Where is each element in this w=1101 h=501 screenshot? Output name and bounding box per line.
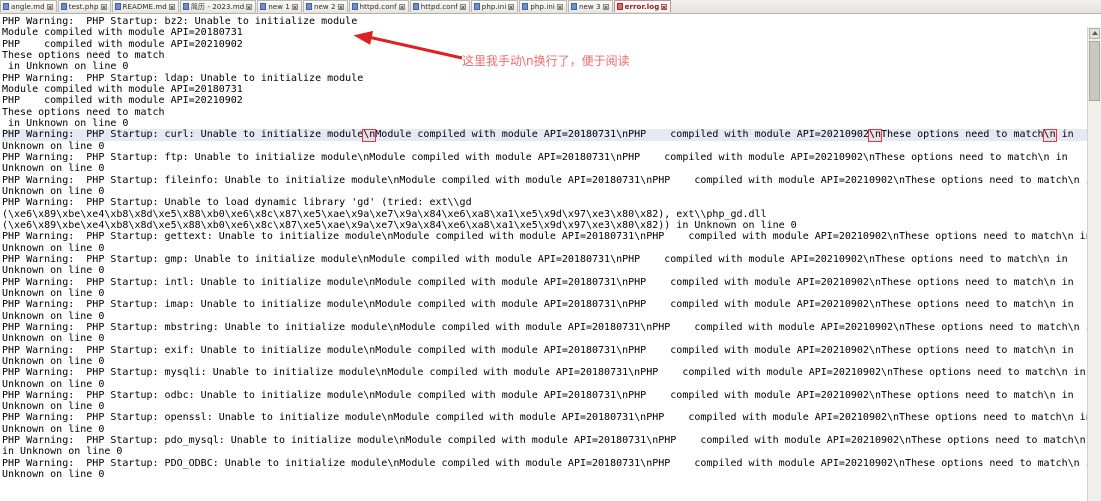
- log-line: PHP compiled with module API=20210902: [2, 38, 243, 50]
- tab-label: test.php: [68, 2, 99, 11]
- file-icon: [522, 3, 529, 10]
- log-text-content[interactable]: PHP Warning: PHP Startup: bz2: Unable to…: [0, 14, 1101, 480]
- log-line: PHP Warning: PHP Startup: gmp: Unable to…: [2, 253, 1068, 265]
- log-line: Unknown on line 0: [2, 401, 105, 413]
- tab-error-log-11[interactable]: error.log: [613, 0, 672, 12]
- log-line: Unknown on line 0: [2, 265, 105, 277]
- file-icon: [305, 3, 312, 10]
- close-icon[interactable]: [508, 3, 515, 10]
- log-line: These options need to match: [2, 106, 165, 118]
- tab-2023-md-3[interactable]: 简历 - 2023.md: [179, 0, 257, 12]
- file-icon: [412, 3, 419, 10]
- log-line: Unknown on line 0: [2, 378, 105, 390]
- file-icon: [473, 3, 480, 10]
- tab-new-2-5[interactable]: new 2: [302, 0, 348, 12]
- file-icon: [3, 3, 9, 10]
- log-line: PHP Warning: PHP Startup: openssl: Unabl…: [2, 412, 1092, 424]
- log-line: (\xe6\x89\xbe\xe4\xb8\x8d\xe5\x88\xb0\xe…: [2, 208, 767, 220]
- tab-label: httpd.conf: [420, 2, 458, 11]
- log-line: Unknown on line 0: [2, 140, 105, 152]
- tab-new-1-4[interactable]: new 1: [257, 0, 302, 12]
- close-icon[interactable]: [291, 3, 298, 10]
- tab-label: php.ini: [530, 2, 555, 11]
- tab-httpd-conf-6[interactable]: httpd.conf: [348, 0, 409, 12]
- log-line: PHP compiled with module API=20210902: [2, 95, 243, 107]
- tab-label: new 2: [313, 2, 336, 11]
- log-line: Unknown on line 0: [2, 355, 105, 367]
- close-icon[interactable]: [602, 3, 609, 10]
- log-line: Module compiled with module API=20180731: [2, 27, 243, 39]
- close-icon[interactable]: [46, 3, 53, 10]
- log-line: PHP Warning: PHP Startup: mbstring: Unab…: [2, 321, 1098, 333]
- scrollbar-thumb[interactable]: [1089, 41, 1100, 101]
- log-line: These options need to match: [2, 49, 165, 61]
- editor-area[interactable]: PHP Warning: PHP Startup: bz2: Unable to…: [0, 14, 1101, 501]
- log-line: Unknown on line 0: [2, 287, 105, 299]
- log-line: PHP Warning: PHP Startup: curl: Unable t…: [2, 129, 1101, 141]
- log-line: PHP Warning: PHP Startup: intl: Unable t…: [2, 276, 1074, 288]
- log-line: PHP Warning: PHP Startup: mysqli: Unable…: [2, 367, 1086, 379]
- log-line: PHP Warning: PHP Startup: imap: Unable t…: [2, 299, 1074, 311]
- log-line: PHP Warning: PHP Startup: fileinfo: Unab…: [2, 174, 1098, 186]
- close-icon[interactable]: [246, 3, 253, 10]
- log-line: Unknown on line 0: [2, 333, 105, 345]
- log-line: PHP Warning: PHP Startup: pdo_mysql: Una…: [2, 435, 1101, 447]
- log-line: Unknown on line 0: [2, 423, 105, 435]
- close-icon[interactable]: [337, 3, 344, 10]
- log-line: Unknown on line 0: [2, 242, 105, 254]
- file-icon: [260, 3, 267, 10]
- log-line: in Unknown on line 0: [2, 446, 123, 458]
- tab-bar[interactable]: angle.md test.php README.md 简历 - 2023.md new…: [0, 0, 1101, 14]
- file-icon: [60, 3, 67, 10]
- tab-new-3-10[interactable]: new 3: [567, 0, 613, 12]
- scroll-up-button[interactable]: [1089, 28, 1100, 39]
- close-icon[interactable]: [100, 3, 107, 10]
- close-icon[interactable]: [459, 3, 466, 10]
- log-line: PHP Warning: PHP Startup: ldap: Unable t…: [2, 72, 364, 84]
- file-icon: [616, 3, 623, 10]
- tab-label: new 3: [578, 2, 601, 11]
- tab-label: httpd.conf: [359, 2, 397, 11]
- log-line: Unknown on line 0: [2, 163, 105, 175]
- file-icon: [182, 3, 189, 10]
- file-icon: [351, 3, 358, 10]
- log-line: (\xe6\x89\xbe\xe4\xb8\x8d\xe5\x88\xb0\xe…: [2, 219, 797, 231]
- tab-label: error.log: [624, 2, 660, 11]
- close-icon[interactable]: [556, 3, 563, 10]
- log-line: Module compiled with module API=20180731: [2, 83, 243, 95]
- tab-php-ini-8[interactable]: php.ini: [470, 0, 519, 12]
- close-icon[interactable]: [168, 3, 175, 10]
- log-line: PHP Warning: PHP Startup: bz2: Unable to…: [2, 16, 358, 27]
- log-line: Unknown on line 0: [2, 310, 105, 322]
- tab-angle-md-0[interactable]: angle.md: [0, 0, 57, 12]
- tab-label: new 1: [268, 2, 290, 11]
- tab-readme-md-2[interactable]: README.md: [111, 0, 179, 12]
- tab-label: php.ini: [481, 2, 507, 11]
- tab-label: README.md: [122, 2, 167, 11]
- log-line: in Unknown on line 0: [2, 117, 129, 129]
- log-line: Unknown on line 0: [2, 185, 105, 197]
- log-line: PHP Warning: PHP Startup: exif: Unable t…: [2, 344, 1074, 356]
- close-icon[interactable]: [661, 3, 668, 10]
- file-icon: [114, 3, 121, 10]
- log-line: PHP Warning: PHP Startup: Unable to load…: [2, 197, 472, 209]
- log-line: PHP Warning: PHP Startup: gettext: Unabl…: [2, 231, 1092, 243]
- log-line: in Unknown on line 0: [2, 61, 129, 73]
- tab-test-php-1[interactable]: test.php: [57, 0, 111, 12]
- tab-label: 简历 - 2023.md: [190, 2, 245, 11]
- vertical-scrollbar[interactable]: [1087, 27, 1101, 501]
- log-line: PHP Warning: PHP Startup: PDO_ODBC: Unab…: [2, 457, 1098, 469]
- tab-label: angle.md: [11, 2, 45, 11]
- tab-php-ini-9[interactable]: php.ini: [519, 0, 567, 12]
- log-line: PHP Warning: PHP Startup: ftp: Unable to…: [2, 151, 1068, 163]
- close-icon[interactable]: [398, 3, 405, 10]
- log-line: PHP Warning: PHP Startup: odbc: Unable t…: [2, 389, 1074, 401]
- log-line: Unknown on line 0: [2, 469, 105, 481]
- tab-httpd-conf-7[interactable]: httpd.conf: [409, 0, 470, 12]
- file-icon: [570, 3, 577, 10]
